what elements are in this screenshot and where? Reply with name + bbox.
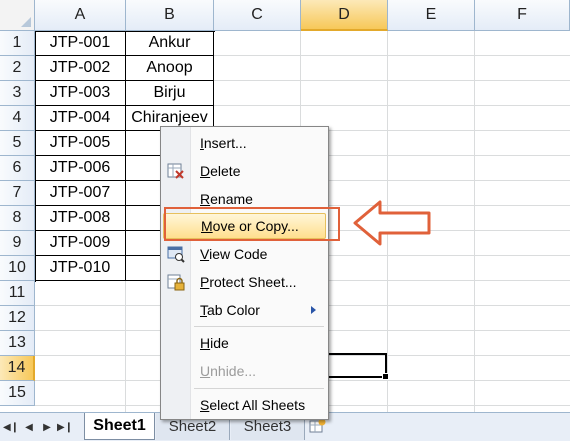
row-header-9[interactable]: 9 [0, 231, 35, 256]
column-header-a[interactable]: A [35, 0, 126, 31]
cell-a7[interactable]: JTP-007 [35, 181, 126, 206]
row-header-7[interactable]: 7 [0, 181, 35, 206]
delete-sheet-icon [167, 162, 185, 180]
row-header-5[interactable]: 5 [0, 131, 35, 156]
row-header-10[interactable]: 10 [0, 256, 35, 281]
cell-a4[interactable]: JTP-004 [35, 106, 126, 131]
row-header-15[interactable]: 15 [0, 381, 35, 406]
menu-item-protect-sheet[interactable]: Protect Sheet... [163, 269, 326, 295]
row-header-14[interactable]: 14 [0, 356, 35, 381]
last-sheet-nav-icon[interactable]: ▶❙ [57, 419, 73, 435]
view-code-icon [167, 245, 185, 263]
menu-separator [194, 326, 324, 327]
cell-a1[interactable]: JTP-001 [35, 31, 126, 56]
row-header-13[interactable]: 13 [0, 331, 35, 356]
protect-sheet-icon [167, 273, 185, 291]
menu-item-label: Insert... [200, 135, 247, 151]
cell-a6[interactable]: JTP-006 [35, 156, 126, 181]
row-header-4[interactable]: 4 [0, 106, 35, 131]
column-header-e[interactable]: E [388, 0, 475, 31]
sheet-tab-context-menu: Insert... Delete Rename Move or Copy... … [160, 126, 329, 420]
row-header-6[interactable]: 6 [0, 156, 35, 181]
menu-item-label: View Code [200, 246, 268, 262]
row-header-12[interactable]: 12 [0, 306, 35, 331]
row-header-2[interactable]: 2 [0, 56, 35, 81]
cell-b3[interactable]: Birju [126, 81, 214, 106]
row-header-1[interactable]: 1 [0, 31, 35, 56]
column-header-f[interactable]: F [475, 0, 570, 31]
cell-a10[interactable]: JTP-010 [35, 256, 126, 281]
menu-item-label: Hide [200, 335, 229, 351]
sheet-tab-sheet1[interactable]: Sheet1 [84, 413, 155, 440]
row-header-8[interactable]: 8 [0, 206, 35, 231]
menu-item-insert[interactable]: Insert... [163, 130, 326, 156]
cell-a8[interactable]: JTP-008 [35, 206, 126, 231]
cell-a5[interactable]: JTP-005 [35, 131, 126, 156]
cell-a9[interactable]: JTP-009 [35, 231, 126, 256]
first-sheet-nav-icon[interactable]: ◀❙ [3, 419, 19, 435]
menu-item-view-code[interactable]: View Code [163, 241, 326, 267]
menu-item-delete[interactable]: Delete [163, 158, 326, 184]
menu-item-label: Select All Sheets [200, 397, 306, 413]
select-all-corner[interactable] [0, 0, 35, 31]
annotation-arrow-icon [353, 200, 431, 246]
submenu-arrow-icon [311, 306, 316, 314]
menu-item-tab-color[interactable]: Tab Color [163, 297, 326, 323]
menu-item-label: Rename [200, 191, 253, 207]
menu-item-hide[interactable]: Hide [163, 330, 326, 356]
menu-item-label: Tab Color [200, 302, 260, 318]
cell-a3[interactable]: JTP-003 [35, 81, 126, 106]
menu-separator [194, 388, 324, 389]
fill-handle[interactable] [382, 373, 389, 380]
menu-item-unhide: Unhide... [163, 358, 326, 384]
row-header-11[interactable]: 11 [0, 281, 35, 306]
next-sheet-nav-icon[interactable]: ▶ [40, 419, 54, 435]
cell-a2[interactable]: JTP-002 [35, 56, 126, 81]
menu-item-label: Unhide... [200, 363, 257, 379]
cell-b1[interactable]: Ankur [126, 31, 214, 56]
cell-b2[interactable]: Anoop [126, 56, 214, 81]
annotation-highlight-box [164, 207, 340, 241]
menu-item-select-all-sheets[interactable]: Select All Sheets [163, 392, 326, 418]
column-header-c[interactable]: C [214, 0, 301, 31]
column-header-d[interactable]: D [301, 0, 388, 31]
column-header-b[interactable]: B [126, 0, 214, 31]
menu-item-label: Protect Sheet... [200, 274, 297, 290]
row-header-3[interactable]: 3 [0, 81, 35, 106]
prev-sheet-nav-icon[interactable]: ◀ [22, 419, 36, 435]
menu-item-label: Delete [200, 163, 241, 179]
